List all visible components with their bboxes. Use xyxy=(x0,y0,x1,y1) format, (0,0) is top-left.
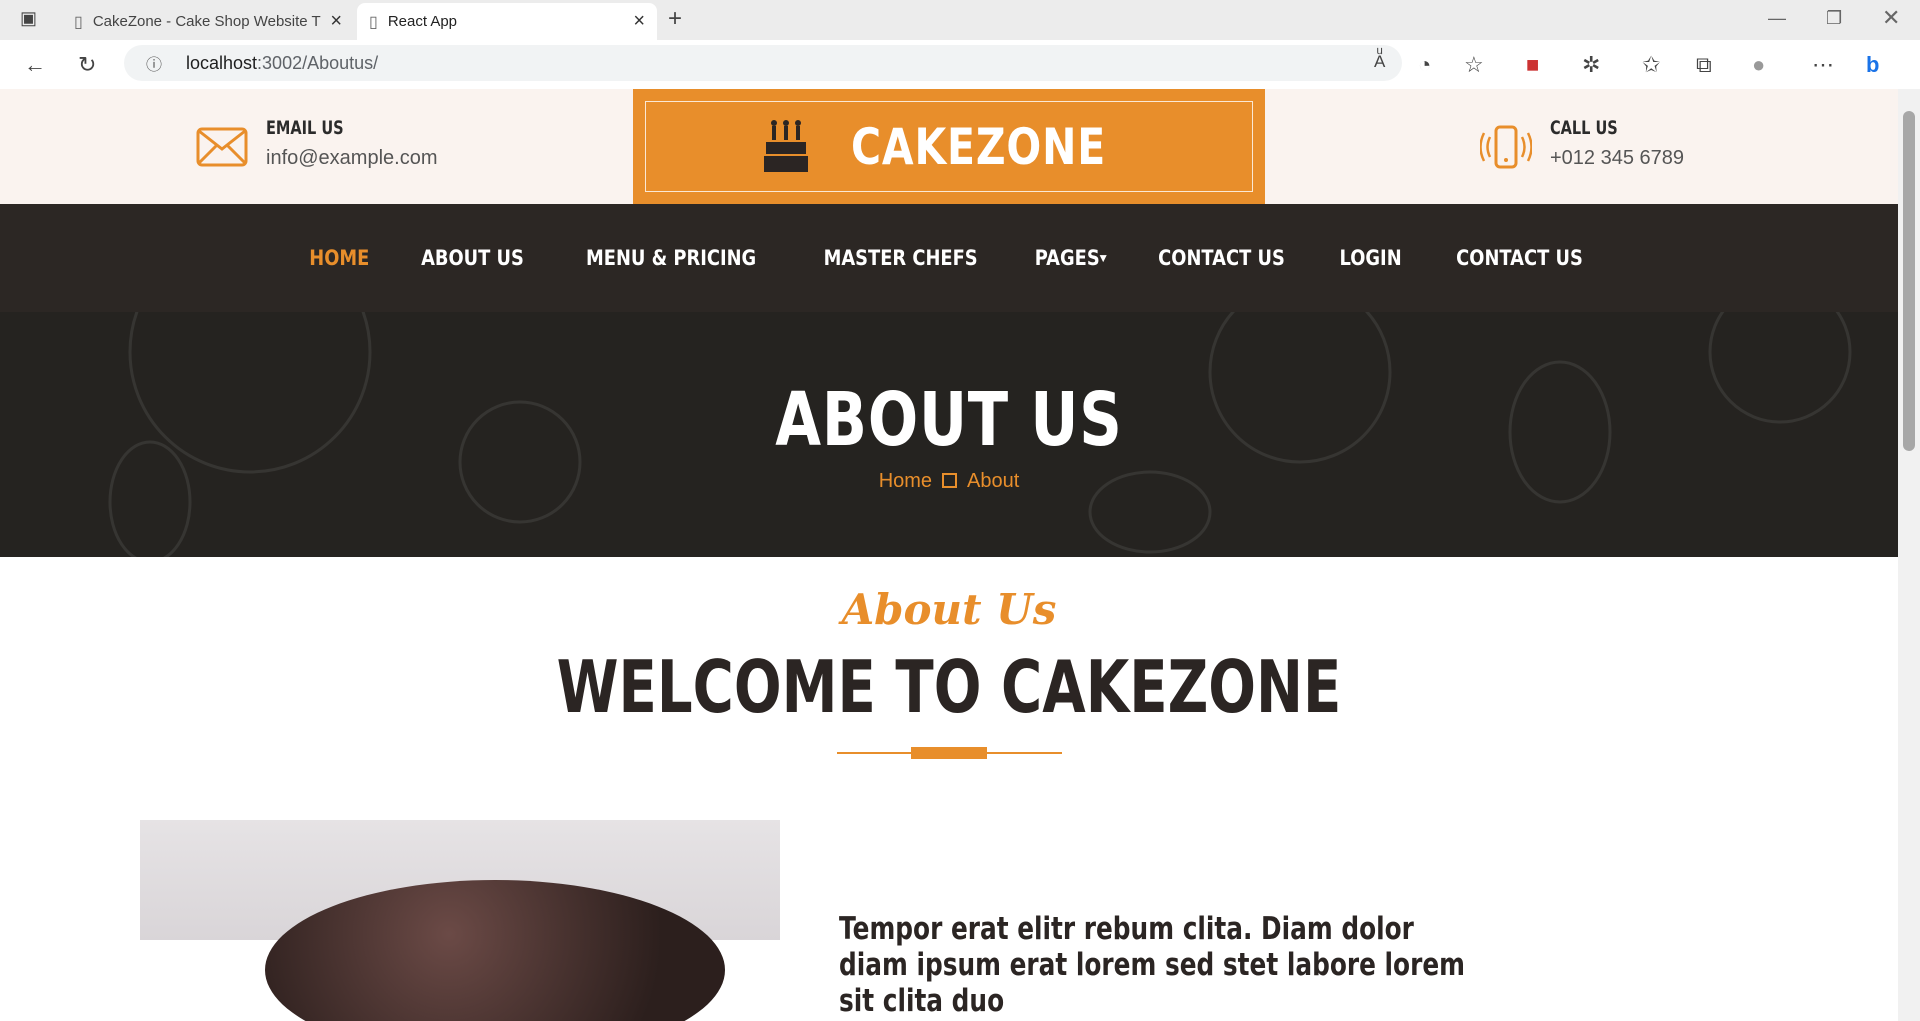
call-value[interactable]: +012 345 6789 xyxy=(1550,147,1684,170)
browser-toolbar: ← ↻ ⓘ localhost:3002/Aboutus/ Aͧ ◔ ☆ ■ ✲… xyxy=(0,40,1920,88)
minimize-icon[interactable]: — xyxy=(1768,8,1786,29)
section-heading: WELCOME TO CAKEZONE xyxy=(556,645,1342,729)
url-path: :3002/Aboutus/ xyxy=(257,52,379,73)
page-icon: ▯ xyxy=(369,13,378,31)
favorite-add-icon[interactable]: ☆ xyxy=(1464,52,1484,78)
cake-photo xyxy=(265,880,725,1021)
page-header: ABOUT US Home About xyxy=(0,312,1898,557)
breadcrumb-separator-icon xyxy=(942,473,958,488)
close-icon[interactable]: × xyxy=(633,10,645,33)
address-bar[interactable]: ⓘ localhost:3002/Aboutus/ xyxy=(124,45,1402,81)
cake-icon xyxy=(764,119,809,172)
refresh-icon[interactable]: ↻ xyxy=(78,52,96,78)
breadcrumb: Home About xyxy=(0,470,1898,493)
logo-frame: CAKEZONE xyxy=(645,101,1253,192)
breadcrumb-current: About xyxy=(967,470,1020,492)
extension-icon[interactable]: ■ xyxy=(1526,52,1539,78)
tab-title: CakeZone - Cake Shop Website T xyxy=(92,13,321,30)
back-icon[interactable]: ← xyxy=(24,52,46,78)
section-subtitle: About Us xyxy=(841,585,1057,634)
new-tab-icon[interactable]: + xyxy=(668,5,682,33)
envelope-icon xyxy=(196,127,248,167)
tab-cakezone[interactable]: ▯ CakeZone - Cake Shop Website T × xyxy=(62,3,354,40)
email-value[interactable]: info@example.com xyxy=(266,147,437,170)
call-label: CALL US xyxy=(1550,117,1618,139)
nav-pages[interactable]: PAGES xyxy=(1035,246,1100,270)
read-aloud-icon[interactable]: Aͧ xyxy=(1374,52,1385,72)
email-block: EMAIL US info@example.com xyxy=(196,117,437,170)
call-block: CALL US +012 345 6789 xyxy=(1480,117,1684,170)
about-image xyxy=(140,820,780,1021)
nav-pages-dropdown[interactable]: PAGES ▼ xyxy=(1010,246,1128,270)
collections-icon[interactable]: ⧉ xyxy=(1696,52,1712,78)
logo-text: CAKEZONE xyxy=(851,117,1107,176)
info-icon[interactable]: ⓘ xyxy=(146,51,162,75)
profile-icon[interactable]: ● xyxy=(1752,52,1765,78)
page-title: ABOUT US xyxy=(775,377,1123,463)
browser-chrome: ▣ ▯ CakeZone - Cake Shop Website T × ▯ R… xyxy=(0,0,1920,88)
bing-icon[interactable]: b xyxy=(1866,52,1879,78)
page-content: EMAIL US info@example.com CAKEZONE CALL … xyxy=(0,89,1898,1021)
main-nav: HOME ABOUT US MENU & PRICING MASTER CHEF… xyxy=(0,204,1898,312)
tab-bar: ▣ ▯ CakeZone - Cake Shop Website T × ▯ R… xyxy=(0,0,1920,40)
about-lead-text: Tempor erat elitr rebum clita. Diam dolo… xyxy=(839,911,1465,1019)
close-icon[interactable]: × xyxy=(330,10,342,33)
heading-divider-accent xyxy=(911,747,987,759)
restore-icon[interactable]: ❐ xyxy=(1826,8,1842,29)
nav-contact-us-2[interactable]: CONTACT US xyxy=(1456,246,1583,270)
nav-login[interactable]: LOGIN xyxy=(1340,246,1402,270)
breadcrumb-home[interactable]: Home xyxy=(879,470,932,492)
page-icon: ▯ xyxy=(74,13,83,31)
tab-react-app[interactable]: ▯ React App × xyxy=(357,3,657,40)
email-label: EMAIL US xyxy=(266,117,344,139)
window-close-icon[interactable]: ✕ xyxy=(1882,5,1900,31)
tracking-icon[interactable]: ◔ xyxy=(1418,52,1431,78)
nav-contact-us[interactable]: CONTACT US xyxy=(1158,246,1285,270)
nav-master-chefs[interactable]: MASTER CHEFS xyxy=(823,246,977,270)
nav-menu-pricing[interactable]: MENU & PRICING xyxy=(586,246,756,270)
extensions-icon[interactable]: ✲ xyxy=(1582,52,1600,78)
top-contact-bar: EMAIL US info@example.com CAKEZONE CALL … xyxy=(0,89,1898,204)
tab-actions-icon[interactable]: ▣ xyxy=(20,8,37,29)
nav-about-us[interactable]: ABOUT US xyxy=(421,246,524,270)
favorites-icon[interactable]: ✩ xyxy=(1642,52,1660,78)
scrollbar-thumb[interactable] xyxy=(1903,111,1915,451)
scrollbar[interactable] xyxy=(1898,89,1920,1021)
tab-title: React App xyxy=(387,13,458,30)
nav-home[interactable]: HOME xyxy=(309,246,369,270)
phone-icon xyxy=(1480,125,1532,169)
url-host: localhost xyxy=(186,52,258,73)
logo[interactable]: CAKEZONE xyxy=(633,89,1265,204)
more-icon[interactable]: ⋯ xyxy=(1812,52,1834,78)
